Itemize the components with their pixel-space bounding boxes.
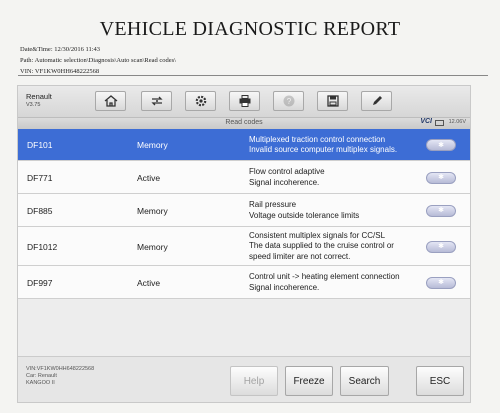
code-help-button[interactable]: ✱	[426, 171, 456, 184]
battery-icon	[435, 120, 444, 126]
snowflake-icon: ✱	[438, 141, 444, 149]
fault-code: DF101	[27, 140, 53, 150]
freeze-button[interactable]: Freeze	[285, 366, 333, 396]
fault-description: Flow control adaptive Signal incoherence.	[249, 167, 424, 188]
fault-description: Control unit -> heating element connecti…	[249, 272, 424, 293]
fault-status: Memory	[137, 241, 168, 252]
fault-code-row[interactable]: DF885 Memory Rail pressure Voltage outside …	[18, 194, 470, 227]
fault-description-line: speed limiter are not correct.	[249, 251, 351, 261]
fault-description-line: Signal incoherence.	[249, 282, 320, 292]
code-help-button[interactable]: ✱	[426, 204, 456, 217]
fault-description: Consistent multiplex signals for CC/SL Th…	[249, 231, 424, 263]
home-button[interactable]	[95, 91, 126, 111]
home-icon	[104, 95, 117, 107]
bottom-model: KANGOO II	[26, 380, 55, 386]
print-button[interactable]	[229, 91, 260, 111]
snowflake-icon: ✱	[438, 174, 444, 181]
fault-status: Active	[137, 172, 161, 183]
search-button[interactable]: Search	[340, 366, 389, 396]
fault-status: Memory	[137, 140, 168, 150]
fault-code: DF885	[27, 205, 53, 216]
vci-indicator: VCI	[420, 118, 432, 125]
screen-title-bar: Read codes VCI 12.06V	[18, 117, 470, 129]
fault-description-line: The data supplied to the cruise control …	[249, 241, 394, 251]
fault-code-row[interactable]: DF771 Active Flow control adaptive Signal i…	[18, 161, 470, 194]
code-help-button[interactable]: ✱	[426, 276, 456, 289]
battery-voltage: 12.06V	[448, 119, 466, 125]
print-icon	[239, 95, 250, 107]
fault-description: Multiplexed traction control connection I…	[249, 135, 424, 156]
fault-description-line: Control unit -> heating element connecti…	[249, 272, 400, 281]
fault-description-line: Invalid source computer multiplex signal…	[249, 145, 398, 154]
fault-description-line: Signal incoherence.	[249, 177, 320, 187]
esc-button[interactable]: ESC	[416, 366, 464, 396]
help-icon: ?	[283, 95, 294, 107]
snowflake-icon: ✱	[438, 207, 444, 214]
edit-icon	[372, 96, 382, 105]
fault-code-row[interactable]: DF997 Active Control unit -> heating eleme…	[18, 266, 470, 299]
svg-text:?: ?	[286, 97, 291, 106]
fault-code: DF1012	[27, 241, 58, 252]
edit-button[interactable]	[361, 91, 392, 111]
code-help-button[interactable]: ✱	[426, 139, 456, 151]
save-icon	[326, 95, 339, 107]
snowflake-icon: ✱	[438, 243, 444, 250]
fault-description-line: Consistent multiplex signals for CC/SL	[249, 230, 386, 240]
fault-description-line: Voltage outside tolerance limits	[249, 210, 360, 220]
settings-button[interactable]	[185, 91, 216, 111]
snowflake-icon: ✱	[438, 279, 444, 286]
header-divider	[18, 75, 488, 76]
vehicle-swap-button[interactable]	[141, 91, 172, 111]
fault-description-line: Rail pressure	[249, 200, 297, 209]
bottom-car: Car: Renault	[26, 373, 57, 379]
fault-description-line: Flow control adaptive	[249, 167, 325, 176]
help-button[interactable]: Help	[230, 366, 278, 396]
settings-icon	[195, 95, 206, 107]
fault-description: Rail pressure Voltage outside tolerance l…	[249, 200, 424, 221]
top-toolbar: Renault V3.75 ?	[18, 86, 470, 117]
diagnostic-screen: Renault V3.75 ? Read codes VCI 12.06V DF…	[17, 85, 471, 403]
save-button[interactable]	[317, 91, 348, 111]
report-datetime: Date&Time: 12/30/2016 11:43	[20, 46, 101, 53]
fault-code: DF771	[27, 172, 53, 183]
vehicle-info: Renault V3.75	[26, 92, 52, 110]
help-tool-button[interactable]: ?	[273, 91, 304, 111]
vehicle-swap-icon	[150, 96, 163, 106]
fault-description-line: Multiplexed traction control connection	[249, 134, 386, 144]
software-version: V3.75	[26, 102, 41, 108]
bottom-bar: VIN:VF1KW0HH648222568 Car: Renault KANGO…	[18, 356, 470, 402]
fault-status: Memory	[137, 205, 168, 216]
fault-code: DF997	[27, 277, 53, 288]
report-path: Path: Automatic selection\Diagnosis\Auto…	[20, 57, 176, 64]
vehicle-make: Renault	[26, 92, 52, 101]
report-title: VEHICLE DIAGNOSTIC REPORT	[99, 18, 401, 40]
vehicle-summary: VIN:VF1KW0HH648222568 Car: Renault KANGO…	[26, 366, 94, 387]
fault-code-row[interactable]: DF101 Memory Multiplexed traction control …	[18, 129, 470, 161]
bottom-vin: VIN:VF1KW0HH648222568	[26, 366, 95, 372]
fault-code-row[interactable]: DF1012 Memory Consistent multiplex signals…	[18, 227, 470, 266]
fault-status: Active	[137, 277, 161, 288]
code-help-button[interactable]: ✱	[426, 240, 456, 253]
screen-title: Read codes	[225, 119, 263, 126]
report-vin: VIN: VF1KW0HH648222568	[20, 68, 100, 75]
